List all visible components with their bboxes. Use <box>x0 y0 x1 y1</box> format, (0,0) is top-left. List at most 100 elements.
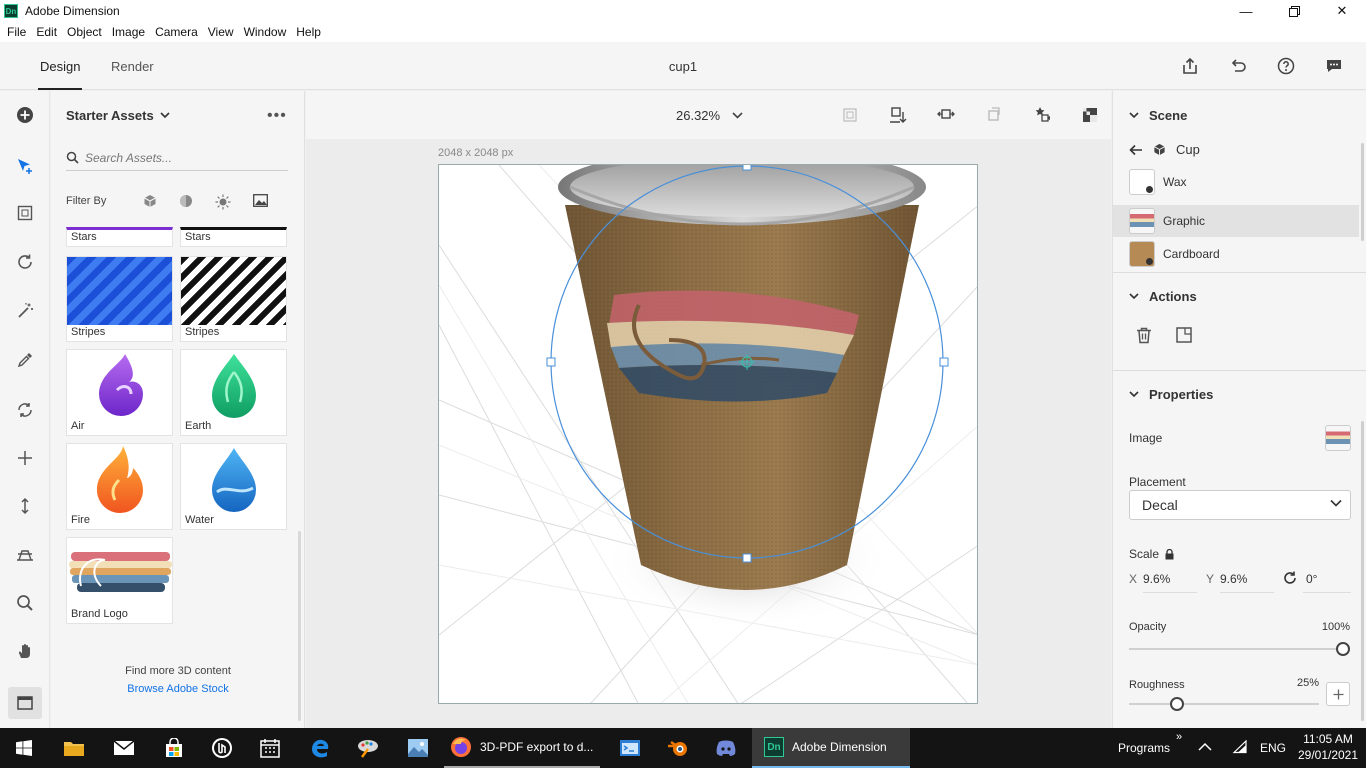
panel-toggle-button[interactable] <box>8 687 42 719</box>
lock-icon[interactable] <box>1165 548 1174 560</box>
mode-bar: Design Render cup1 <box>0 42 1366 90</box>
menu-camera[interactable]: Camera <box>150 25 203 39</box>
menu-view[interactable]: View <box>203 25 239 39</box>
actions-section-toggle[interactable]: Actions <box>1129 289 1197 304</box>
edit-graphic-button[interactable] <box>1176 327 1192 346</box>
taskbar-blender[interactable] <box>654 728 702 768</box>
more-options-icon[interactable]: ••• <box>267 107 287 125</box>
maximize-button[interactable] <box>1270 0 1318 22</box>
image-thumbnail[interactable] <box>1325 425 1351 451</box>
start-button[interactable] <box>0 728 48 768</box>
selection-rect-tool[interactable] <box>12 200 38 226</box>
scene-scrollbar[interactable] <box>1361 143 1364 241</box>
back-arrow-icon[interactable] <box>1129 144 1143 156</box>
image-filter-icon[interactable] <box>253 194 268 207</box>
3d-viewport[interactable] <box>438 164 978 704</box>
menu-window[interactable]: Window <box>239 25 292 39</box>
material-layer-cardboard[interactable]: Cardboard <box>1113 238 1359 270</box>
close-button[interactable]: ✕ <box>1318 0 1366 22</box>
hand-tool[interactable] <box>12 638 38 664</box>
menu-help[interactable]: Help <box>291 25 326 39</box>
distribute-button[interactable] <box>970 103 1018 127</box>
taskbar-unreal[interactable] <box>198 728 246 768</box>
taskbar-mail[interactable] <box>100 728 148 768</box>
asset-stars-black[interactable]: Stars <box>180 227 287 247</box>
placement-select[interactable]: Decal <box>1129 490 1351 520</box>
horizon-tool[interactable] <box>12 541 38 567</box>
light-filter-icon[interactable] <box>215 194 231 210</box>
drop-to-ground-button[interactable] <box>874 103 922 127</box>
render-preview-button[interactable] <box>1066 103 1114 127</box>
material-layer-graphic[interactable]: Graphic <box>1113 205 1359 237</box>
search-input[interactable] <box>85 150 275 165</box>
menu-file[interactable]: File <box>2 25 31 39</box>
taskbar-store[interactable] <box>150 728 198 768</box>
scale-x-field[interactable]: 9.6% <box>1143 567 1197 593</box>
asset-stripes-black[interactable]: Stripes <box>180 256 287 342</box>
scale-y-field[interactable]: 9.6% <box>1220 567 1274 593</box>
taskbar-file-explorer[interactable] <box>50 728 98 768</box>
taskbar-paint[interactable] <box>344 728 392 768</box>
minimize-button[interactable]: — <box>1222 0 1270 22</box>
align-button[interactable] <box>922 103 970 127</box>
taskbar-discord[interactable] <box>702 728 750 768</box>
network-button[interactable] <box>1232 739 1248 757</box>
asset-air[interactable]: Air <box>66 349 173 436</box>
tray-overflow-button[interactable] <box>1198 741 1212 755</box>
taskbar-calendar[interactable] <box>246 728 294 768</box>
asset-earth[interactable]: Earth <box>180 349 287 436</box>
properties-section-toggle[interactable]: Properties <box>1129 387 1213 402</box>
taskbar-photos[interactable] <box>394 728 442 768</box>
taskbar-firefox[interactable]: 3D-PDF export to d... <box>444 728 600 768</box>
rotation-field[interactable]: 0° <box>1303 567 1351 593</box>
dolly-tool[interactable] <box>12 493 38 519</box>
orbit-tool[interactable] <box>12 249 38 275</box>
rotate-tool[interactable] <box>12 397 38 423</box>
taskbar-adobe-dimension[interactable]: Dn Adobe Dimension <box>752 728 910 768</box>
browse-adobe-stock-link[interactable]: Browse Adobe Stock <box>51 683 305 695</box>
add-tool[interactable] <box>12 102 38 128</box>
scene-section-toggle[interactable]: Scene <box>1129 108 1187 123</box>
toolbar-expand-icon[interactable]: » <box>1176 731 1182 743</box>
eyedropper-tool[interactable] <box>12 347 38 373</box>
asset-fire[interactable]: Fire <box>66 443 173 530</box>
model-filter-icon[interactable] <box>143 194 157 208</box>
taskbar-edge[interactable] <box>296 728 344 768</box>
delete-button[interactable] <box>1136 327 1152 347</box>
magic-wand-tool[interactable] <box>12 298 38 324</box>
opacity-slider-track[interactable] <box>1129 642 1350 656</box>
assets-library-dropdown[interactable]: Starter Assets <box>66 108 170 123</box>
roughness-slider-track[interactable] <box>1129 697 1319 711</box>
asset-brand-logo[interactable]: Brand Logo <box>66 537 173 624</box>
menu-edit[interactable]: Edit <box>31 25 62 39</box>
camera-bookmark-button[interactable] <box>1018 103 1066 127</box>
zoom-dropdown[interactable]: 26.32% <box>676 108 743 123</box>
asset-stars-purple[interactable]: Stars <box>66 227 173 247</box>
add-roughness-map-button[interactable] <box>1326 682 1350 706</box>
frame-button[interactable] <box>826 103 874 127</box>
properties-scrollbar[interactable] <box>1361 421 1364 721</box>
tool-bar <box>0 91 50 728</box>
distribute-icon <box>988 107 1000 121</box>
clock[interactable]: 11:05 AM 29/01/2021 <box>1294 731 1362 763</box>
roughness-slider-handle[interactable] <box>1169 697 1184 711</box>
asset-water[interactable]: Water <box>180 443 287 530</box>
undo-button[interactable] <box>1214 54 1262 78</box>
select-tool[interactable] <box>12 153 38 179</box>
share-button[interactable] <box>1166 54 1214 78</box>
drop-to-ground-icon <box>890 107 907 123</box>
menu-image[interactable]: Image <box>107 25 150 39</box>
asset-stripes-blue[interactable]: Stripes <box>66 256 173 342</box>
pan-tool[interactable] <box>12 445 38 471</box>
feedback-button[interactable] <box>1310 54 1358 78</box>
zoom-tool[interactable] <box>12 590 38 616</box>
programs-toolbar[interactable]: Programs <box>1118 741 1170 755</box>
opacity-slider-handle[interactable] <box>1336 642 1350 656</box>
material-filter-icon[interactable] <box>179 194 193 208</box>
help-button[interactable] <box>1262 54 1310 78</box>
share-icon <box>1183 57 1197 74</box>
menu-object[interactable]: Object <box>62 25 107 39</box>
input-language[interactable]: ENG <box>1260 741 1286 755</box>
material-layer-wax[interactable]: Wax <box>1113 166 1359 198</box>
taskbar-terminal[interactable] <box>606 728 654 768</box>
